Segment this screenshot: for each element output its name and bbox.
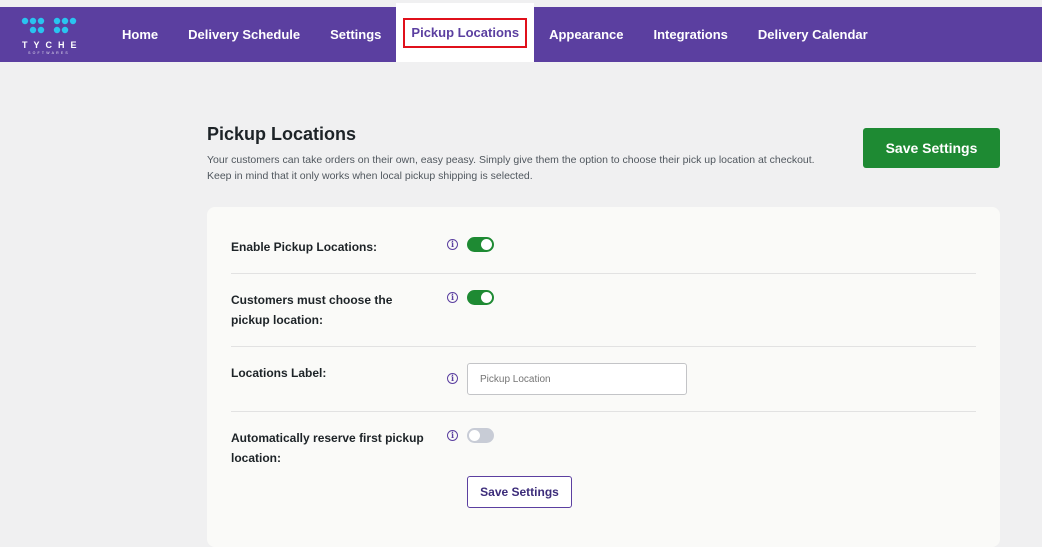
- top-navigation-bar: TYCHE SOFTWARES Home Delivery Schedule S…: [0, 3, 1042, 62]
- setting-row-auto-reserve: Automatically reserve first pickup locat…: [231, 412, 976, 542]
- nav-home[interactable]: Home: [107, 7, 173, 62]
- toggle-knob: [481, 239, 492, 250]
- setting-row-must-choose: Customers must choose the pickup locatio…: [231, 274, 976, 347]
- nav-appearance[interactable]: Appearance: [534, 7, 638, 62]
- brand-subtitle: SOFTWARES: [28, 51, 70, 55]
- locations-label-input[interactable]: [467, 363, 687, 395]
- info-icon[interactable]: i: [447, 373, 458, 384]
- setting-row-locations-label: Locations Label: i: [231, 347, 976, 412]
- info-icon[interactable]: i: [447, 292, 458, 303]
- info-icon[interactable]: i: [447, 430, 458, 441]
- must-choose-label: Customers must choose the pickup locatio…: [231, 293, 393, 327]
- nav-settings[interactable]: Settings: [315, 7, 396, 62]
- setting-row-enable-pickup: Enable Pickup Locations: i: [231, 207, 976, 274]
- auto-reserve-toggle[interactable]: [467, 428, 494, 443]
- locations-label-label: Locations Label:: [231, 366, 327, 380]
- nav-delivery-calendar[interactable]: Delivery Calendar: [743, 7, 883, 62]
- tyche-logo[interactable]: TYCHE SOFTWARES: [18, 17, 80, 57]
- info-icon[interactable]: i: [447, 239, 458, 250]
- page-description: Your customers can take orders on their …: [207, 154, 815, 182]
- nav-integrations[interactable]: Integrations: [638, 7, 742, 62]
- brand-name: TYCHE: [22, 40, 83, 50]
- save-settings-bottom-button[interactable]: Save Settings: [467, 476, 572, 508]
- must-choose-toggle[interactable]: [467, 290, 494, 305]
- logo-dots-icon: [21, 17, 77, 34]
- settings-card: Enable Pickup Locations: i Customers mus…: [207, 207, 1000, 547]
- toggle-knob: [469, 430, 480, 441]
- main-nav: Home Delivery Schedule Settings Pickup L…: [107, 3, 883, 62]
- nav-pickup-locations[interactable]: Pickup Locations: [396, 3, 535, 62]
- nav-delivery-schedule[interactable]: Delivery Schedule: [173, 7, 315, 62]
- auto-reserve-label: Automatically reserve first pickup locat…: [231, 431, 424, 465]
- toggle-knob: [481, 292, 492, 303]
- nav-pickup-locations-label: Pickup Locations: [403, 18, 528, 48]
- page-title: Pickup Locations: [207, 124, 357, 144]
- save-settings-button[interactable]: Save Settings: [863, 128, 1000, 168]
- enable-pickup-toggle[interactable]: [467, 237, 494, 252]
- enable-pickup-label: Enable Pickup Locations:: [231, 240, 378, 254]
